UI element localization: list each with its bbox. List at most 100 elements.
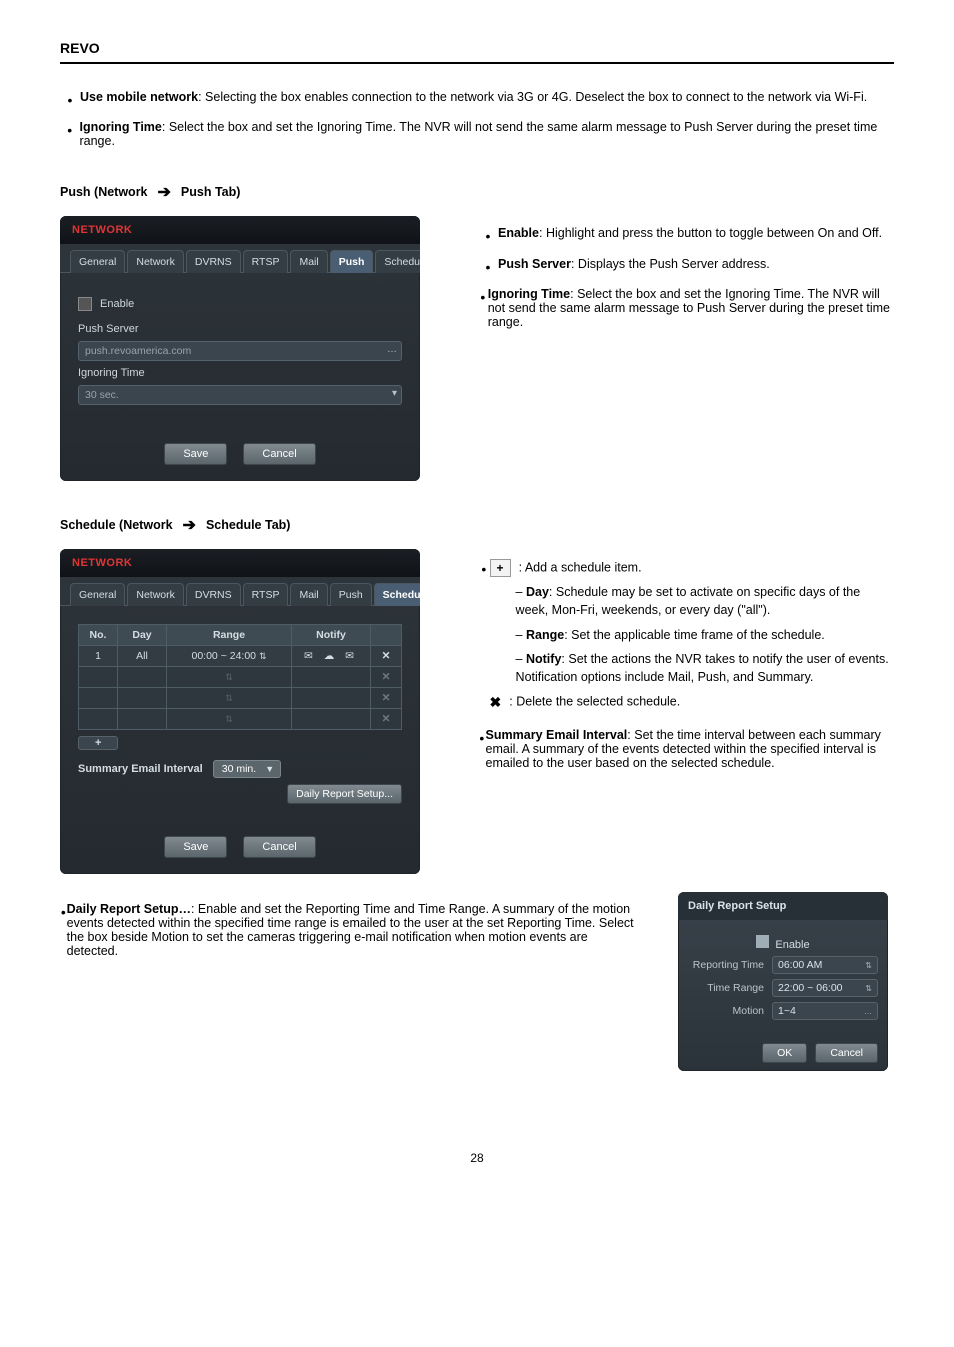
push-heading: Push (Network ➔ Push Tab) [60,182,894,202]
table-row: ⇅ ✕ [79,709,402,730]
daily-motion-label: Motion [688,1005,764,1017]
daily-report-lead: Daily Report Setup… [67,902,191,916]
push-side-bullet-3-lead: Ignoring Time [488,287,570,301]
daily-rt-field[interactable]: 06:00 AM ⇅ [772,956,878,974]
push-server-field[interactable]: push.revoamerica.com … [78,341,402,361]
divider [60,62,894,64]
tab-network[interactable]: Network [127,583,184,606]
page-number: 28 [60,1151,894,1165]
tab-push[interactable]: Push [330,250,374,273]
sched-sub-day-text: : Schedule may be set to activate on spe… [516,585,861,617]
chevron-down-icon: ▼ [265,764,274,774]
ellipsis-icon[interactable]: … [864,1007,872,1016]
intro-bullet-1-lead: Use mobile network [80,90,198,104]
daily-report-setup-button[interactable]: Daily Report Setup... [287,784,402,804]
dropdown-icon[interactable]: ▾ [392,388,397,399]
push-side-bullet-2: • Push Server: Displays the Push Server … [478,257,894,277]
summary-interval-label: Summary Email Interval [78,763,203,775]
intro-bullet-2: • Ignoring Time: Select the box and set … [60,120,894,148]
sched-sub-notify-lead: Notify [526,652,561,666]
tab-dvrns[interactable]: DVRNS [186,583,241,606]
summary-interval-select[interactable]: 30 min. ▼ [213,760,281,778]
schedule-heading-seg1: Schedule (Network [60,518,173,532]
tab-mail[interactable]: Mail [290,250,327,273]
daily-ok-button[interactable]: OK [762,1043,807,1063]
push-dialog: NETWORK General Network DVRNS RTSP Mail … [60,216,420,481]
push-dialog-title: NETWORK [60,216,420,244]
ellipsis-icon[interactable]: … [387,344,397,355]
daily-tr-label: Time Range [688,982,764,994]
push-enable-label: Enable [100,298,134,310]
push-ignore-value: 30 sec. [85,389,119,401]
spinner-icon[interactable]: ⇅ [865,984,872,993]
add-schedule-button[interactable]: + [78,736,118,750]
daily-report-bullet: • Daily Report Setup…: Enable and set th… [60,902,636,958]
schedule-cancel-button[interactable]: Cancel [243,836,315,858]
cell-day[interactable]: All [118,646,167,667]
tab-schedule[interactable]: Schedule [375,250,420,273]
intro-bullet-1-text: : Selecting the box enables connection t… [198,90,867,104]
push-ignore-field[interactable]: 30 sec. ▾ [78,385,402,405]
spinner-icon[interactable]: ⇅ [865,961,872,970]
intro-bullet-2-lead: Ignoring Time [79,120,161,134]
table-row: ⇅ ✕ [79,667,402,688]
col-delete [371,625,402,646]
arrow-right-icon: ➔ [183,515,196,535]
row-delete-button[interactable]: ✕ [371,646,402,667]
spinner-icon: ⇅ [225,714,233,724]
push-side-bullet-1-text: : Highlight and press the button to togg… [539,226,882,240]
row-delete-button: ✕ [371,688,402,709]
push-cancel-button[interactable]: Cancel [243,443,315,465]
tab-general[interactable]: General [70,583,125,606]
daily-rt-label: Reporting Time [688,959,764,971]
schedule-summary-lead: Summary Email Interval [486,728,628,742]
tab-general[interactable]: General [70,250,125,273]
col-day: Day [118,625,167,646]
schedule-summary-bullet: • Summary Email Interval: Set the time i… [478,728,894,770]
summary-interval-value: 30 min. [222,763,256,775]
push-save-button[interactable]: Save [164,443,227,465]
tab-rtsp[interactable]: RTSP [243,583,289,606]
daily-tr-field[interactable]: 22:00 ~ 06:00 ⇅ [772,979,878,997]
x-icon: ✖ [490,692,502,712]
tab-push[interactable]: Push [330,583,372,606]
schedule-heading-seg2: Schedule Tab) [206,518,291,532]
push-enable-checkbox[interactable] [78,297,92,311]
col-no: No. [79,625,118,646]
daily-rt-value: 06:00 AM [778,959,822,971]
spinner-icon: ⇅ [225,693,233,703]
tab-mail[interactable]: Mail [290,583,327,606]
schedule-add-text: : Add a schedule item. [519,561,642,575]
tab-network[interactable]: Network [127,250,184,273]
daily-tr-value: 22:00 ~ 06:00 [778,982,843,994]
schedule-dialog-title: NETWORK [60,549,420,577]
schedule-add-bullet: • +: Add a schedule item. – Day: Schedul… [478,559,894,718]
daily-motion-field[interactable]: 1~4 … [772,1002,878,1020]
schedule-save-button[interactable]: Save [164,836,227,858]
push-server-label: Push Server [78,323,139,335]
plus-icon: + [490,559,511,577]
cell-no: 1 [79,646,118,667]
schedule-table: No. Day Range Notify 1 All 00:00 ~ 24:00… [78,624,402,730]
schedule-heading: Schedule (Network ➔ Schedule Tab) [60,515,894,535]
push-ignore-label: Ignoring Time [78,367,145,379]
push-tabs: General Network DVRNS RTSP Mail Push Sch… [60,244,420,273]
tab-dvrns[interactable]: DVRNS [186,250,241,273]
tab-rtsp[interactable]: RTSP [243,250,289,273]
daily-motion-value: 1~4 [778,1005,796,1017]
sched-sub-range-lead: Range [526,628,564,642]
table-row[interactable]: 1 All 00:00 ~ 24:00 ⇅ ✉ ☁ ✉ ✕ [79,646,402,667]
tab-schedule[interactable]: Schedule [374,583,420,606]
intro-bullet-2-text: : Select the box and set the Ignoring Ti… [79,120,877,148]
sched-sub-day-lead: Day [526,585,549,599]
spinner-icon[interactable]: ⇅ [259,651,267,661]
push-side-bullet-2-lead: Push Server [498,257,571,271]
push-side-bullet-2-text: : Displays the Push Server address. [571,257,770,271]
daily-report-dialog: Daily Report Setup Enable Reporting Time… [678,892,888,1071]
daily-cancel-button[interactable]: Cancel [815,1043,878,1063]
schedule-dialog: NETWORK General Network DVRNS RTSP Mail … [60,549,420,874]
daily-enable-checkbox[interactable] [756,935,769,948]
cell-range[interactable]: 00:00 ~ 24:00 [192,650,257,662]
cell-notify[interactable]: ✉ ☁ ✉ [292,646,371,667]
daily-report-dialog-title: Daily Report Setup [678,892,888,920]
